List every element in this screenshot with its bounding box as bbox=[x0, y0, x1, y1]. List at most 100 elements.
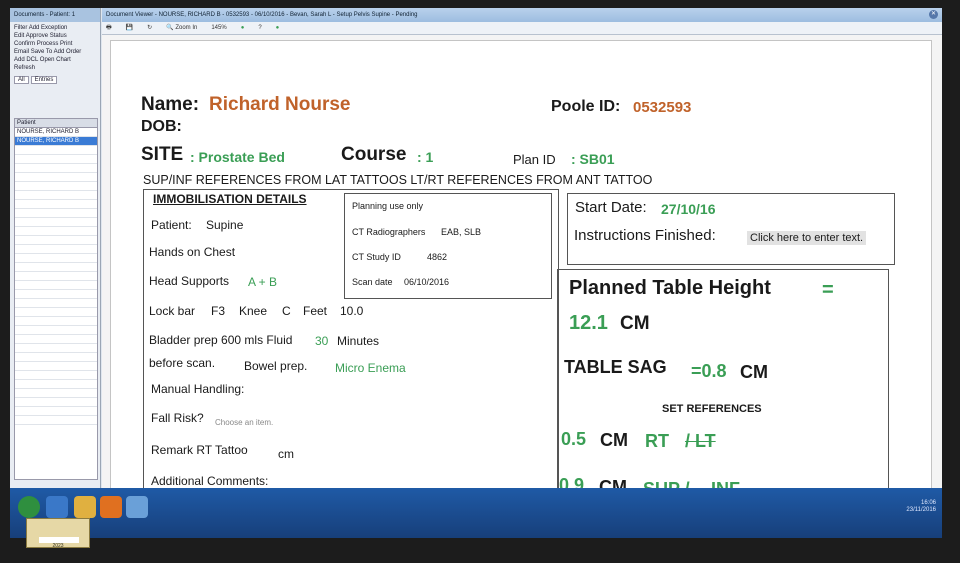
ref1-value: 0.5 bbox=[561, 429, 587, 449]
app-icon[interactable] bbox=[126, 496, 148, 518]
list-item[interactable] bbox=[15, 173, 97, 182]
zoom-in-label: Zoom In bbox=[175, 25, 198, 31]
print-icon[interactable]: 🖶 bbox=[106, 22, 112, 34]
refresh-icon[interactable]: ● bbox=[276, 22, 280, 34]
list-item[interactable] bbox=[15, 146, 97, 155]
menu-edit[interactable]: Edit bbox=[14, 33, 24, 39]
documents-menu: Filter Add Exception Edit Approve Status… bbox=[10, 22, 100, 74]
list-item[interactable] bbox=[15, 353, 97, 362]
instructions-finished-label: Instructions Finished: bbox=[574, 227, 716, 244]
additional-comments-label: Additional Comments: bbox=[151, 474, 269, 488]
list-item[interactable] bbox=[15, 191, 97, 200]
scan-date-value: 06/10/2016 bbox=[404, 277, 450, 287]
menu-refresh[interactable]: Refresh bbox=[14, 65, 35, 71]
list-header[interactable]: Patient bbox=[15, 119, 97, 128]
menu-add-order[interactable]: Add Order bbox=[54, 49, 82, 55]
list-item[interactable] bbox=[15, 290, 97, 299]
list-item[interactable] bbox=[15, 272, 97, 281]
list-item[interactable] bbox=[15, 326, 97, 335]
list-item[interactable] bbox=[15, 389, 97, 398]
course-value: : 1 bbox=[417, 149, 434, 165]
feet-label: Feet bbox=[303, 304, 328, 318]
menu-process[interactable]: Process bbox=[37, 41, 59, 47]
site-value: : Prostate Bed bbox=[190, 149, 285, 165]
list-item[interactable] bbox=[15, 200, 97, 209]
list-item[interactable] bbox=[15, 245, 97, 254]
fall-risk-dropdown[interactable]: Choose an item. bbox=[215, 418, 273, 427]
list-item[interactable]: NOURSE, RICHARD B bbox=[15, 128, 97, 137]
poole-id-label: Poole ID: bbox=[551, 98, 621, 115]
name-label: Name: bbox=[141, 94, 200, 115]
ie-icon[interactable] bbox=[46, 496, 68, 518]
list-item[interactable] bbox=[15, 362, 97, 371]
list-item[interactable] bbox=[15, 227, 97, 236]
site-label: SITE bbox=[141, 144, 184, 165]
list-item[interactable] bbox=[15, 335, 97, 344]
folder-icon[interactable] bbox=[74, 496, 96, 518]
menu-filter[interactable]: Filter bbox=[14, 25, 27, 31]
menu-approve[interactable]: Approve bbox=[26, 33, 48, 39]
media-player-icon[interactable] bbox=[100, 496, 122, 518]
bowel-prep-value: Micro Enema bbox=[335, 361, 406, 375]
knee-value: C bbox=[282, 304, 291, 318]
menu-add-dcl[interactable]: Add DCL bbox=[14, 57, 38, 63]
hands-on-chest: Hands on Chest bbox=[149, 245, 236, 259]
list-item[interactable] bbox=[15, 155, 97, 164]
manual-handling-label: Manual Handling: bbox=[151, 382, 245, 396]
list-item-selected[interactable]: NOURSE, RICHARD B bbox=[15, 137, 97, 146]
close-icon[interactable]: ✕ bbox=[929, 10, 938, 19]
clock-time: 16:06 bbox=[920, 500, 936, 506]
patient-label: Patient: bbox=[151, 218, 192, 232]
ref1-struck-direction: / LT bbox=[685, 431, 716, 451]
rotate-icon[interactable]: ↻ bbox=[147, 22, 152, 34]
start-date-value: 27/10/16 bbox=[661, 201, 716, 217]
ref1-unit: CM bbox=[600, 430, 628, 450]
save-icon[interactable]: 💾 bbox=[126, 22, 133, 34]
list-item[interactable] bbox=[15, 416, 97, 425]
instructions-finished-field[interactable]: Click here to enter text. bbox=[747, 231, 867, 245]
list-item[interactable] bbox=[15, 263, 97, 272]
help-icon[interactable]: ? bbox=[258, 22, 261, 34]
taskbar: 16:06 23/11/2016 bbox=[10, 488, 942, 538]
clock-date: 23/11/2016 bbox=[906, 507, 936, 513]
menu-open-chart[interactable]: Open Chart bbox=[40, 57, 71, 63]
list-item[interactable] bbox=[15, 407, 97, 416]
list-item[interactable] bbox=[15, 299, 97, 308]
list-item[interactable] bbox=[15, 371, 97, 380]
poole-id-value: 0532593 bbox=[633, 99, 692, 116]
monitor-screen: Documents - Patient: 1 Filter Add Except… bbox=[10, 8, 942, 538]
menu-print[interactable]: Print bbox=[60, 41, 72, 47]
list-item[interactable] bbox=[15, 182, 97, 191]
list-item[interactable] bbox=[15, 308, 97, 317]
list-item[interactable] bbox=[15, 344, 97, 353]
ct-radiographers-value: EAB, SLB bbox=[441, 227, 482, 237]
menu-add[interactable]: Add bbox=[29, 25, 40, 31]
name-value: Richard Nourse bbox=[209, 94, 351, 115]
list-item[interactable] bbox=[15, 209, 97, 218]
zoom-in-button[interactable]: 🔍 Zoom In bbox=[166, 22, 197, 34]
bladder-prep-value: 30 bbox=[315, 334, 329, 348]
menu-exception[interactable]: Exception bbox=[41, 25, 67, 31]
list-item[interactable] bbox=[15, 380, 97, 389]
menu-email[interactable]: Email bbox=[14, 49, 29, 55]
go-icon[interactable]: ● bbox=[241, 22, 245, 34]
list-item[interactable] bbox=[15, 398, 97, 407]
list-item[interactable] bbox=[15, 218, 97, 227]
menu-confirm[interactable]: Confirm bbox=[14, 41, 35, 47]
ct-study-id-value: 4862 bbox=[427, 252, 448, 262]
start-button[interactable] bbox=[18, 496, 40, 518]
list-item[interactable] bbox=[15, 164, 97, 173]
list-item[interactable] bbox=[15, 254, 97, 263]
menu-save-to[interactable]: Save To bbox=[31, 49, 53, 55]
tab-all[interactable]: All bbox=[14, 76, 29, 84]
system-tray[interactable]: 16:06 23/11/2016 bbox=[906, 500, 936, 514]
lock-bar-value: F3 bbox=[211, 304, 226, 318]
list-item[interactable] bbox=[15, 236, 97, 245]
bladder-prep-label: Bladder prep 600 mls Fluid bbox=[149, 333, 293, 347]
patient-value: Supine bbox=[206, 218, 244, 232]
list-item[interactable] bbox=[15, 317, 97, 326]
menu-status[interactable]: Status bbox=[50, 33, 67, 39]
list-item[interactable] bbox=[15, 281, 97, 290]
tab-entries[interactable]: Entries bbox=[30, 76, 58, 84]
zoom-level[interactable]: 145% bbox=[211, 22, 226, 34]
